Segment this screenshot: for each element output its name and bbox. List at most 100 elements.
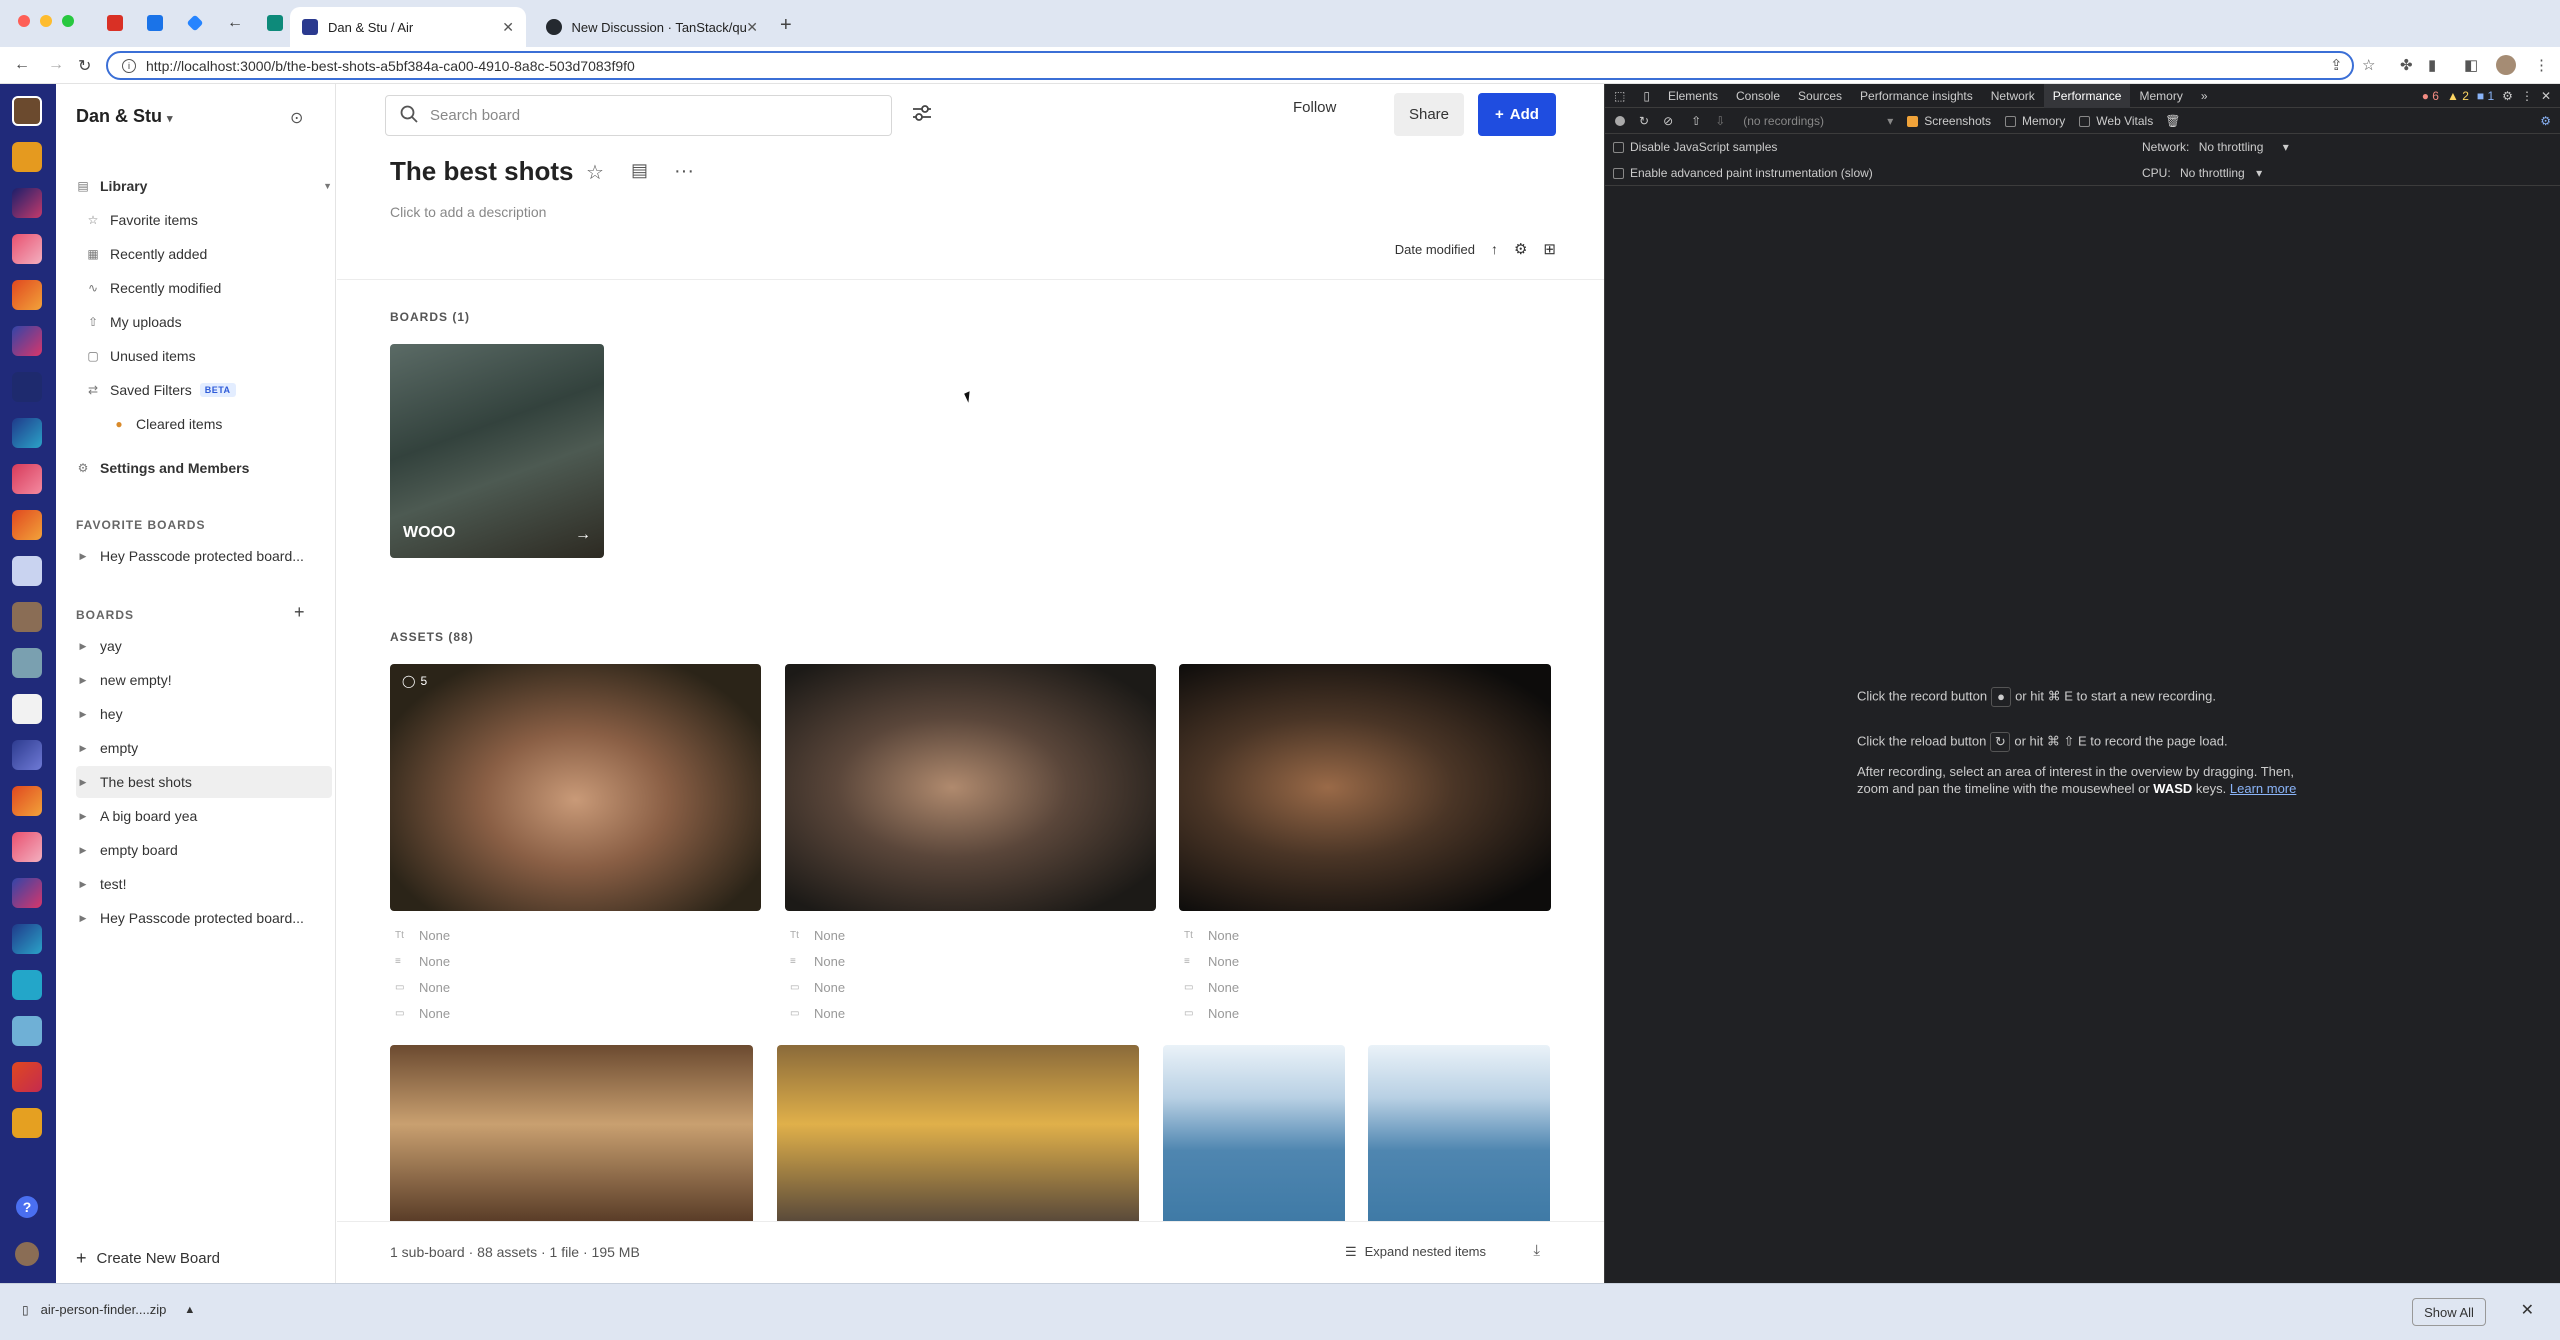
sidebar-board-the-best-shots[interactable]: ▶ The best shots: [76, 766, 332, 798]
sub-board-card[interactable]: WOOO →: [390, 344, 604, 558]
workspace-item[interactable]: [12, 1062, 42, 1092]
devtools-close-icon[interactable]: ✕: [2541, 89, 2551, 103]
close-tab-icon[interactable]: ✕: [746, 19, 758, 36]
web-vitals-checkbox[interactable]: Web Vitals: [2079, 114, 2153, 128]
tab-sources[interactable]: Sources: [1789, 84, 1851, 108]
caret-right-icon[interactable]: ▶: [76, 709, 90, 720]
sidebar-item-saved-filters[interactable]: ⇄ Saved Filters BETA: [86, 376, 236, 404]
sidebar-item-recently-added[interactable]: ▦ Recently added: [86, 240, 207, 268]
reload-icon[interactable]: ↻: [78, 56, 91, 76]
workspace-item[interactable]: [12, 970, 42, 1000]
asset-thumbnail[interactable]: [785, 664, 1156, 911]
sidebar-item-my-uploads[interactable]: ⇧ My uploads: [86, 308, 182, 336]
clear-icon[interactable]: ⊘: [1663, 114, 1673, 128]
asset-thumbnail[interactable]: [777, 1045, 1139, 1221]
sidebar-board-empty-board[interactable]: ▶ empty board: [76, 834, 332, 866]
tab-elements[interactable]: Elements: [1659, 84, 1727, 108]
sort-dropdown[interactable]: Date modified: [1395, 242, 1475, 257]
devtools-menu-icon[interactable]: ⋮: [2521, 89, 2533, 103]
sidebar-item-cleared-items[interactable]: ● Cleared items: [112, 410, 222, 438]
workspace-item[interactable]: [12, 694, 42, 724]
asset-thumbnail[interactable]: [1179, 664, 1551, 911]
workspace-item[interactable]: [12, 556, 42, 586]
notifications-icon[interactable]: ⊙: [290, 108, 303, 128]
caret-right-icon[interactable]: ▶: [76, 551, 90, 562]
bookmark-star-icon[interactable]: ☆: [2362, 56, 2375, 74]
sidebar-item-recently-modified[interactable]: ∿ Recently modified: [86, 274, 221, 302]
sidebar-board-new-empty[interactable]: ▶ new empty!: [76, 664, 332, 696]
tab-performance[interactable]: Performance: [2043, 83, 2131, 108]
info-badge[interactable]: ■ 1: [2477, 89, 2494, 103]
workspace-item[interactable]: [12, 188, 42, 218]
download-icon[interactable]: ⤓: [1533, 1242, 1540, 1259]
workspace-item[interactable]: [12, 326, 42, 356]
expand-nested-items-button[interactable]: ☰ Expand nested items: [1345, 1244, 1486, 1260]
minimize-window-icon[interactable]: [40, 15, 52, 27]
workspace-item[interactable]: [12, 234, 42, 264]
create-new-board-button[interactable]: + Create New Board: [76, 1248, 220, 1269]
asset-thumbnail[interactable]: [1368, 1045, 1550, 1221]
asset-thumbnail[interactable]: [390, 1045, 753, 1221]
sidebar-item-favorite-items[interactable]: ☆ Favorite items: [86, 206, 198, 234]
trash-icon[interactable]: 🗑: [2165, 114, 2180, 128]
advanced-paint-checkbox[interactable]: Enable advanced paint instrumentation (s…: [1613, 166, 1873, 180]
asset-thumbnail[interactable]: ◯ 5: [390, 664, 761, 911]
site-info-icon[interactable]: i: [122, 58, 136, 73]
caret-right-icon[interactable]: ▶: [76, 777, 90, 788]
more-options-icon[interactable]: ···: [674, 160, 694, 183]
download-profile-icon[interactable]: ⇩: [1715, 114, 1725, 128]
pinned-tab-gmail[interactable]: [100, 10, 130, 36]
caret-right-icon[interactable]: ▶: [76, 641, 90, 652]
network-throttle-select[interactable]: No throttling ▾: [2199, 140, 2289, 154]
pinned-tab-back[interactable]: ←: [220, 10, 250, 36]
tab-network[interactable]: Network: [1982, 84, 2044, 108]
recordings-dropdown[interactable]: (no recordings) ▾: [1743, 114, 1893, 128]
show-all-button[interactable]: Show All: [2412, 1298, 2486, 1326]
close-tab-icon[interactable]: ✕: [502, 19, 514, 36]
tab-console[interactable]: Console: [1727, 84, 1789, 108]
workspace-item[interactable]: [12, 372, 42, 402]
record-icon[interactable]: [1615, 115, 1625, 126]
caret-right-icon[interactable]: ▶: [76, 743, 90, 754]
tab-memory[interactable]: Memory: [2130, 84, 2191, 108]
new-tab-button[interactable]: +: [780, 14, 792, 37]
workspace-item[interactable]: [12, 740, 42, 770]
workspace-avatar[interactable]: [12, 96, 42, 126]
workspace-item[interactable]: [12, 464, 42, 494]
workspace-item[interactable]: [12, 280, 42, 310]
sidebar-board-yay[interactable]: ▶ yay: [76, 630, 332, 662]
sidebar-board-empty[interactable]: ▶ empty: [76, 732, 332, 764]
favorite-star-icon[interactable]: ☆: [586, 160, 604, 185]
sidebar-board-hey-passcode[interactable]: ▶ Hey Passcode protected board...: [76, 902, 332, 934]
tab-air[interactable]: Dan & Stu / Air ✕: [290, 7, 526, 47]
follow-button[interactable]: Follow: [1293, 99, 1336, 116]
devtools-settings-icon[interactable]: ⚙: [2502, 89, 2513, 103]
browser-menu-icon[interactable]: ⋮: [2534, 56, 2549, 74]
page-title[interactable]: The best shots: [390, 156, 573, 187]
address-bar[interactable]: i http://localhost:3000/b/the-best-shots…: [106, 51, 2354, 80]
reload-record-icon[interactable]: ↻: [1639, 114, 1649, 128]
upload-profile-icon[interactable]: ⇧: [1691, 114, 1701, 128]
sidebar-board-test[interactable]: ▶ test!: [76, 868, 332, 900]
sidebar-board-hey[interactable]: ▶ hey: [76, 698, 332, 730]
sidebar-library[interactable]: ▤ Library ▼: [76, 172, 332, 200]
tab-tanstack[interactable]: New Discussion · TanStack/qu ✕: [534, 7, 770, 47]
download-item[interactable]: ▯ air-person-finder....zip ▲: [22, 1302, 195, 1317]
error-badge[interactable]: ● 6: [2422, 89, 2439, 103]
workspace-item[interactable]: [12, 924, 42, 954]
filters-icon[interactable]: [911, 102, 935, 126]
workspace-item[interactable]: [12, 1016, 42, 1046]
workspace-item[interactable]: [12, 832, 42, 862]
sidepanel-icon[interactable]: ▮: [2428, 56, 2436, 74]
workspace-item[interactable]: [12, 878, 42, 908]
forward-icon[interactable]: →: [48, 56, 64, 74]
caret-right-icon[interactable]: ▶: [76, 845, 90, 856]
workspace-item[interactable]: [12, 510, 42, 540]
asset-thumbnail[interactable]: [1163, 1045, 1345, 1221]
record-button-icon[interactable]: ●: [1991, 687, 2012, 707]
side-panel-icon[interactable]: ◧: [2464, 56, 2478, 74]
chevron-up-icon[interactable]: ▲: [184, 1304, 195, 1316]
more-tabs-icon[interactable]: »: [2192, 84, 2217, 108]
comment-count[interactable]: ◯ 5: [402, 674, 427, 688]
cpu-throttle-select[interactable]: No throttling ▾: [2180, 166, 2262, 180]
